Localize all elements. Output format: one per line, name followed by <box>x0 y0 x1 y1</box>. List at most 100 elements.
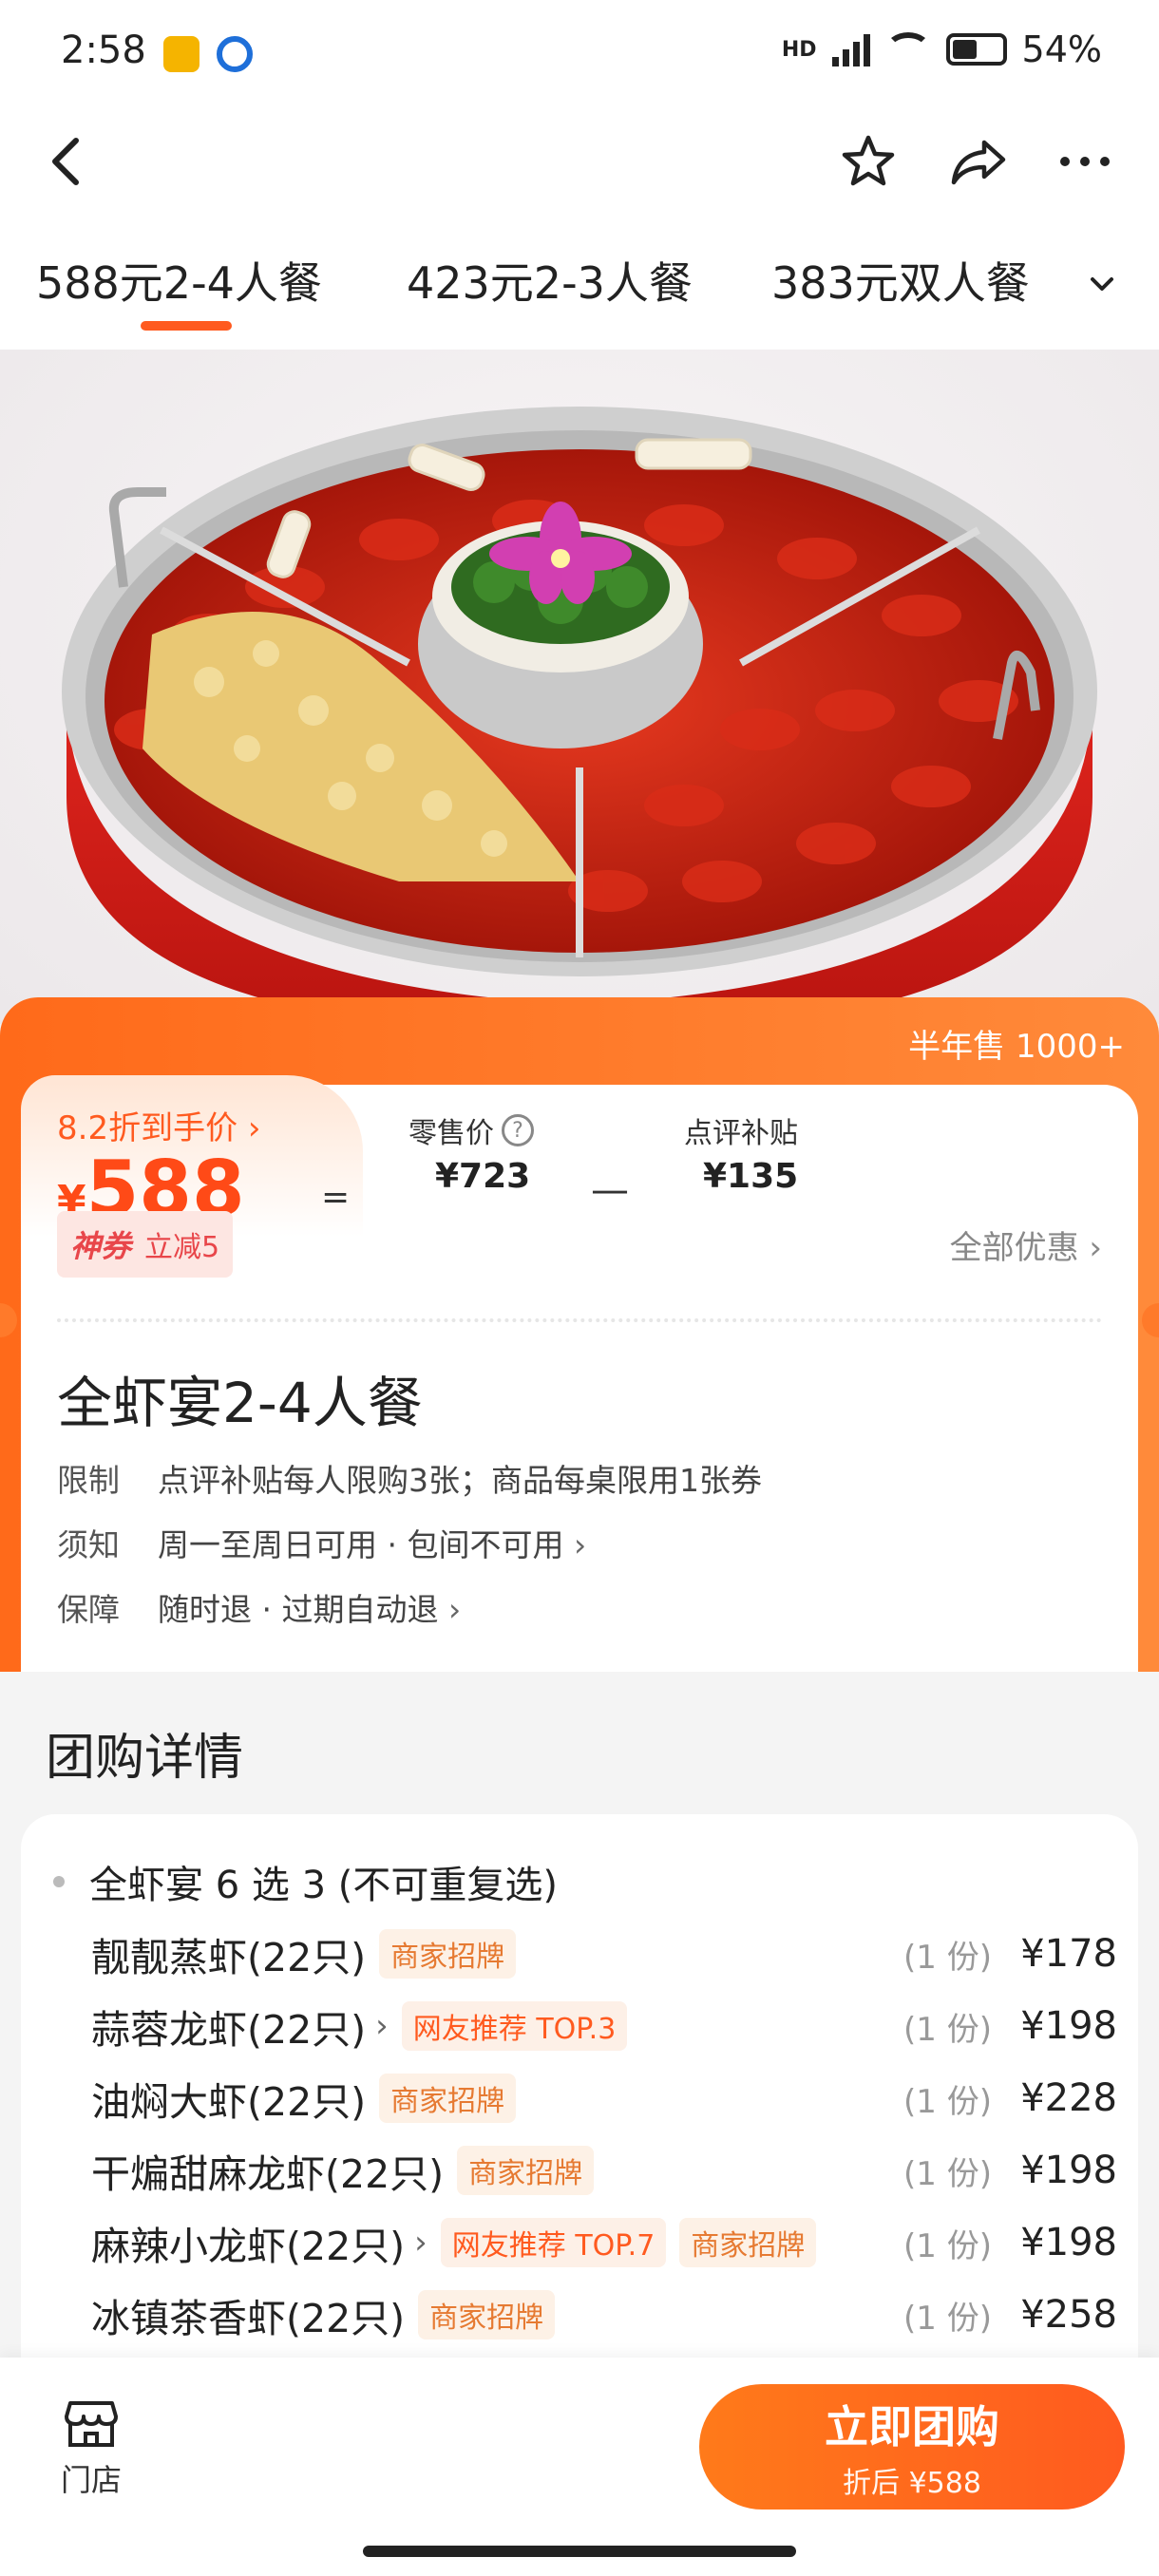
star-icon <box>842 135 895 186</box>
subsidy-value: ¥135 <box>703 1157 799 1196</box>
item-price: ¥198 <box>1020 2149 1117 2192</box>
status-bar: 2:58 HD 54% <box>0 0 1159 104</box>
info-row-guarantee[interactable]: 保障 随时退 · 过期自动退 › <box>57 1584 461 1630</box>
buy-now-button[interactable]: 立即团购 折后 ¥588 <box>699 2384 1125 2510</box>
item-qty: (1 份) <box>903 2154 992 2193</box>
merchant-signature-tag: 商家招牌 <box>418 2290 556 2339</box>
nav-bar <box>0 104 1159 218</box>
list-item[interactable]: 麻辣小龙虾(22只) › 网友推荐 TOP.7 商家招牌 (1 份) ¥198 <box>91 2207 1117 2278</box>
group-buy-header-text: 全虾宴 6 选 3 (不可重复选) <box>89 1864 558 1907</box>
group-buy-header: 全虾宴 6 选 3 (不可重复选) <box>53 1854 558 1909</box>
item-price: ¥198 <box>1020 2221 1117 2264</box>
group-buy-card: 全虾宴 6 选 3 (不可重复选) 靓靓蒸虾(22只) 商家招牌 (1 份) ¥… <box>21 1814 1138 2422</box>
chevron-right-icon: › <box>447 1591 462 1628</box>
retail-label-text: 零售价 <box>408 1117 494 1150</box>
status-time: 2:58 <box>61 28 146 72</box>
equals-sign: = <box>321 1178 351 1217</box>
list-item: 冰镇茶香虾(22只) 商家招牌 (1 份) ¥258 <box>91 2280 1117 2350</box>
bullet-dot <box>53 1876 65 1887</box>
item-name: 麻辣小龙虾(22只) <box>91 2224 406 2269</box>
battery-icon <box>945 33 1007 66</box>
item-name: 干煸甜麻龙虾(22只) <box>91 2151 445 2197</box>
info-value: 点评补贴每人限购3张；商品每桌限用1张券 <box>158 1462 762 1499</box>
item-price: ¥198 <box>1020 2004 1117 2048</box>
discount-price-link[interactable]: 8.2折到手价 › <box>57 1102 260 1148</box>
tab-package-3[interactable]: 383元双人餐 <box>771 249 1030 312</box>
retail-price-label: 零售价 ? <box>408 1109 534 1151</box>
half-year-sales: 半年售 1000+ <box>908 1028 1125 1066</box>
favorite-button[interactable] <box>834 127 902 196</box>
recommend-tag: 网友推荐 TOP.3 <box>401 2001 628 2051</box>
tabs-expand-button[interactable] <box>1045 218 1159 350</box>
info-key: 须知 <box>57 1526 120 1563</box>
info-value: 随时退 · 过期自动退 › <box>158 1591 462 1628</box>
chevron-down-icon <box>1091 277 1113 291</box>
price-card: 半年售 1000+ 8.2折到手价 › ¥588 = 零售价 ? ¥723 — … <box>0 997 1159 1672</box>
subsidy-label: 点评补贴 <box>684 1117 798 1150</box>
item-price: ¥258 <box>1020 2293 1117 2337</box>
help-icon[interactable]: ? <box>502 1114 534 1146</box>
wifi-icon <box>884 32 931 66</box>
list-item[interactable]: 蒜蓉龙虾(22只) › 网友推荐 TOP.3 (1 份) ¥198 <box>91 1991 1117 2061</box>
retail-price-value: ¥723 <box>435 1157 531 1196</box>
list-item: 油焖大虾(22只) 商家招牌 (1 份) ¥228 <box>91 2063 1117 2133</box>
chevron-right-icon: › <box>414 2224 428 2262</box>
item-qty: (1 份) <box>903 2226 992 2265</box>
status-indicators: HD 54% <box>782 28 1102 70</box>
item-name: 冰镇茶香虾(22只) <box>91 2296 406 2341</box>
merchant-signature-tag: 商家招牌 <box>457 2146 595 2195</box>
item-name: 靓靓蒸虾(22只) <box>91 1935 367 1980</box>
network-type: HD <box>781 37 817 62</box>
more-button[interactable] <box>1051 127 1119 196</box>
store-icon <box>65 2401 118 2447</box>
active-tab-indicator <box>141 321 232 331</box>
merchant-signature-tag: 商家招牌 <box>379 2074 517 2123</box>
item-name: 蒜蓉龙虾(22只) <box>91 2007 367 2053</box>
list-item: 靓靓蒸虾(22只) 商家招牌 (1 份) ¥178 <box>91 1919 1117 1989</box>
merchant-signature-tag: 商家招牌 <box>679 2218 817 2267</box>
item-price: ¥178 <box>1020 1932 1117 1976</box>
store-label: 门店 <box>60 2462 122 2498</box>
card-notch-right <box>1142 1303 1159 1337</box>
share-button[interactable] <box>944 127 1013 196</box>
all-offers-link[interactable]: 全部优惠 › <box>950 1222 1102 1268</box>
product-image[interactable] <box>0 350 1159 1024</box>
item-qty: (1 份) <box>903 2299 992 2338</box>
notification-app-icon-2 <box>217 36 253 72</box>
item-qty: (1 份) <box>903 1938 992 1977</box>
group-buy-section-title: 团购详情 <box>46 1730 244 1787</box>
coupon-badge[interactable]: 神券 立减5 <box>57 1211 234 1278</box>
back-button[interactable] <box>32 127 101 196</box>
tab-package-1[interactable]: 588元2-4人餐 <box>36 249 322 312</box>
info-row-limit: 限制 点评补贴每人限购3张；商品每桌限用1张券 <box>57 1455 762 1501</box>
divider <box>57 1318 1102 1322</box>
chevron-right-icon: › <box>375 2007 389 2045</box>
signal-icon <box>831 32 870 66</box>
info-key: 保障 <box>57 1591 120 1628</box>
crayfish-platter-illustration <box>62 407 1097 1024</box>
store-button[interactable]: 门店 <box>53 2397 129 2500</box>
item-qty: (1 份) <box>903 2082 992 2121</box>
card-notch-left <box>0 1303 17 1337</box>
tab-package-2[interactable]: 423元2-3人餐 <box>407 249 693 312</box>
product-title: 全虾宴2-4人餐 <box>57 1371 423 1435</box>
battery-percent: 54% <box>1021 28 1102 70</box>
info-key: 限制 <box>57 1462 120 1499</box>
share-icon <box>951 140 1006 185</box>
minus-sign: — <box>591 1168 629 1212</box>
buy-now-label: 立即团购 <box>825 2401 999 2453</box>
item-qty: (1 份) <box>903 2010 992 2049</box>
coupon-brand: 神券 <box>70 1228 132 1264</box>
buy-now-subprice: 折后 ¥588 <box>843 2467 981 2500</box>
item-price: ¥228 <box>1020 2076 1117 2120</box>
back-icon <box>52 138 79 185</box>
info-row-notice[interactable]: 须知 周一至周日可用 · 包间不可用 › <box>57 1520 586 1565</box>
recommend-tag: 网友推荐 TOP.7 <box>440 2218 667 2267</box>
coupon-discount: 立减5 <box>144 1231 220 1264</box>
bottom-action-bar: 门店 立即团购 折后 ¥588 <box>0 2358 1159 2576</box>
home-indicator[interactable] <box>363 2546 796 2557</box>
notification-app-icon <box>163 36 200 72</box>
item-name: 油焖大虾(22只) <box>91 2079 367 2125</box>
merchant-signature-tag: 商家招牌 <box>379 1929 517 1979</box>
info-value: 周一至周日可用 · 包间不可用 › <box>158 1526 587 1563</box>
